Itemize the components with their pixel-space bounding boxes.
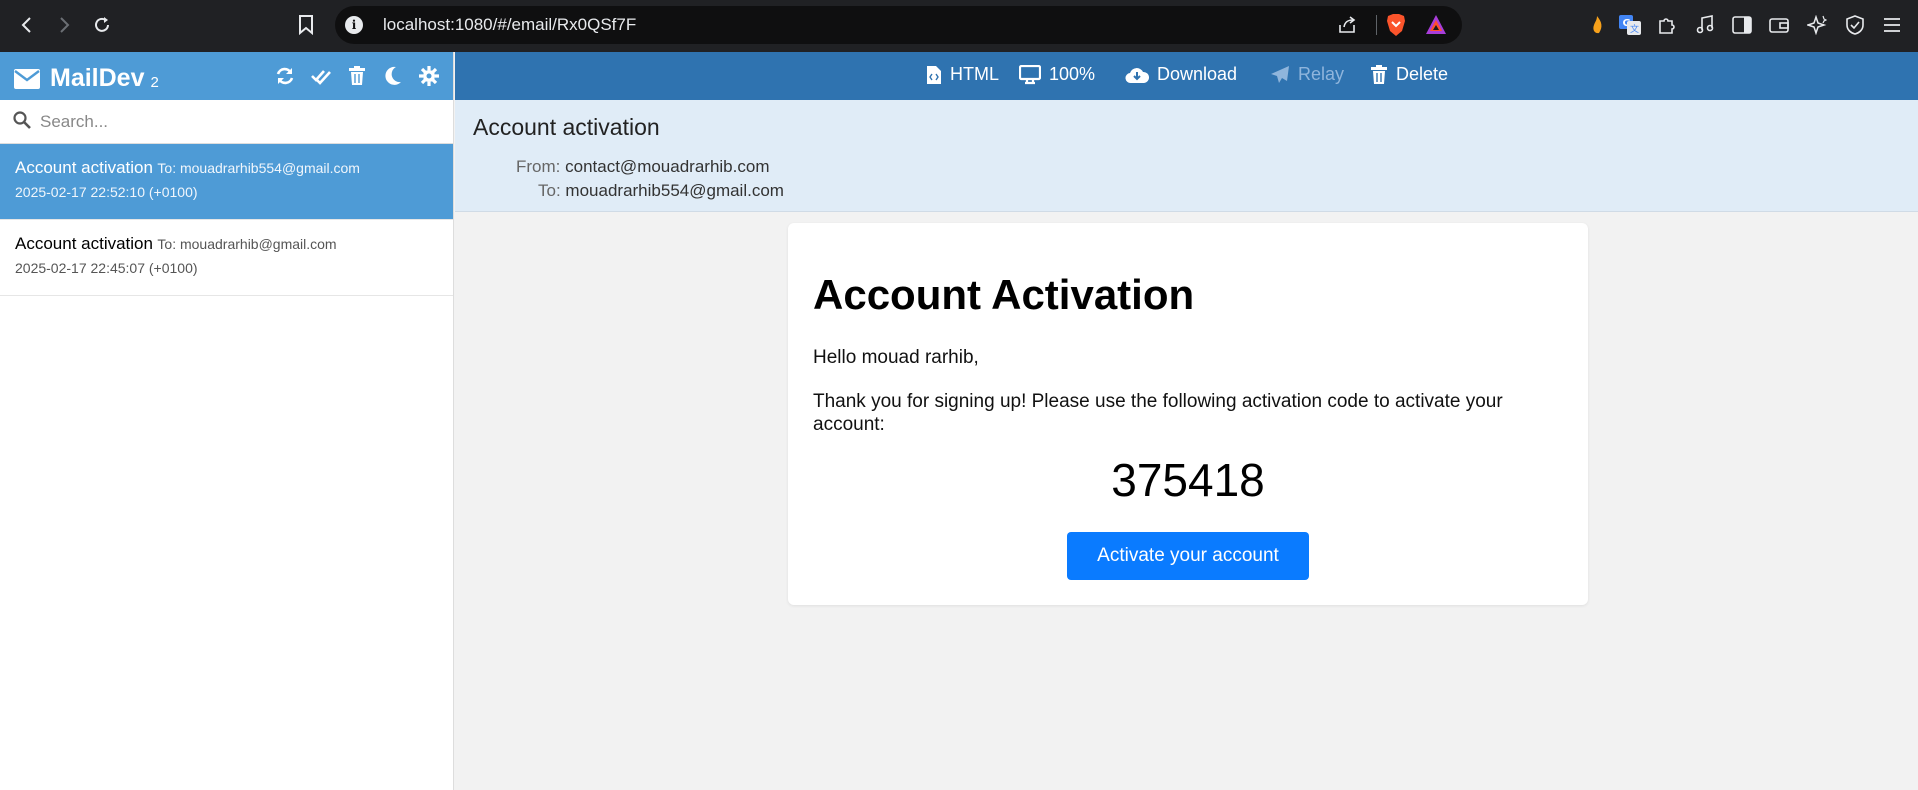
email-date: 2025-02-17 22:45:07 (+0100) [15, 260, 198, 276]
sidebar-tools [274, 65, 439, 86]
body-greeting: Hello mouad rarhib, [813, 347, 979, 368]
music-icon[interactable] [1693, 13, 1717, 37]
sidebar-toggle-icon[interactable] [1730, 13, 1754, 37]
brave-shields-icon[interactable] [1385, 13, 1407, 37]
dark-mode-icon[interactable] [382, 65, 403, 86]
menu-icon[interactable] [1880, 13, 1904, 37]
email-toolbar: HTML 100% Download Relay Delete [455, 52, 1918, 100]
refresh-icon[interactable] [274, 65, 295, 86]
from-line: From: contact@mouadrarhib.com [516, 157, 769, 177]
wallet-icon[interactable] [1767, 13, 1791, 37]
email-date: 2025-02-17 22:52:10 (+0100) [15, 184, 198, 200]
email-sidebar: MailDev 2 Account [0, 52, 454, 790]
cloud-download-icon [1125, 67, 1149, 83]
puzzle-icon[interactable] [1655, 13, 1679, 37]
trash-icon [1371, 64, 1387, 84]
envelope-icon [14, 68, 40, 89]
mark-all-read-icon[interactable] [310, 65, 331, 86]
reload-icon[interactable] [89, 12, 115, 38]
address-bar[interactable]: i localhost:1080/#/email/Rx0QSf7F [335, 6, 1462, 44]
to-line: To: mouadrarhib554@gmail.com [538, 181, 784, 201]
search-input[interactable] [40, 108, 440, 136]
email-subject-title: Account activation [473, 114, 660, 140]
body-text: Thank you for signing up! Please use the… [813, 391, 1503, 435]
extension-flame-icon[interactable] [1585, 13, 1609, 37]
html-button[interactable]: HTML [926, 64, 999, 85]
html-label: HTML [950, 64, 999, 84]
email-subject: Account activation [15, 234, 153, 253]
to-address[interactable]: mouadrarhib554@gmail.com [565, 181, 784, 200]
to-key: To: [538, 181, 561, 200]
forward-icon[interactable] [51, 12, 77, 38]
zoom-label: 100% [1049, 64, 1096, 84]
email-list-item[interactable]: Account activation To: mouadrarhib@gmail… [0, 220, 453, 296]
browser-toolbar: i localhost:1080/#/email/Rx0QSf7F G文 [0, 0, 1918, 52]
url-text[interactable]: localhost:1080/#/email/Rx0QSf7F [383, 15, 636, 35]
app-title: MailDev [50, 64, 145, 92]
from-key: From: [516, 157, 561, 176]
download-button[interactable]: Download [1125, 64, 1237, 85]
vpn-shield-icon[interactable] [1843, 13, 1867, 37]
back-icon[interactable] [14, 12, 40, 38]
zoom-button[interactable]: 100% [1019, 64, 1095, 85]
bookmark-icon[interactable] [293, 12, 319, 38]
google-translate-icon[interactable]: G文 [1618, 13, 1642, 37]
settings-gear-icon[interactable] [418, 65, 439, 86]
delete-button[interactable]: Delete [1370, 64, 1448, 85]
site-info-icon[interactable]: i [345, 16, 363, 34]
from-address[interactable]: contact@mouadrarhib.com [565, 157, 769, 176]
search-icon [13, 111, 31, 134]
delete-label: Delete [1396, 64, 1449, 84]
download-label: Download [1157, 64, 1238, 84]
relay-button[interactable]: Relay [1270, 64, 1344, 85]
sidebar-header: MailDev 2 [0, 52, 453, 100]
email-subject: Account activation [15, 158, 153, 177]
divider [1376, 15, 1377, 35]
email-list-item[interactable]: Account activation To: mouadrarhib554@gm… [0, 144, 453, 220]
app-logo[interactable]: MailDev 2 [14, 64, 159, 93]
paper-plane-icon [1271, 65, 1289, 83]
body-heading: Account Activation [813, 271, 1195, 318]
desktop-icon [1019, 64, 1041, 84]
file-code-icon [927, 65, 941, 84]
leo-ai-icon[interactable] [1805, 13, 1829, 37]
svg-text:文: 文 [1630, 23, 1639, 35]
share-icon[interactable] [1337, 15, 1357, 35]
email-recipient: To: mouadrarhib@gmail.com [157, 236, 337, 252]
search-bar [0, 100, 453, 144]
activate-account-button[interactable]: Activate your account [1067, 532, 1309, 580]
activation-code: 375418 [1111, 454, 1265, 506]
email-body-card: Account Activation Hello mouad rarhib, T… [788, 223, 1588, 605]
email-recipient: To: mouadrarhib554@gmail.com [157, 160, 360, 176]
relay-label: Relay [1298, 64, 1345, 84]
brave-rewards-icon[interactable] [1425, 14, 1447, 36]
delete-all-icon[interactable] [346, 65, 367, 86]
email-count: 2 [150, 74, 159, 91]
